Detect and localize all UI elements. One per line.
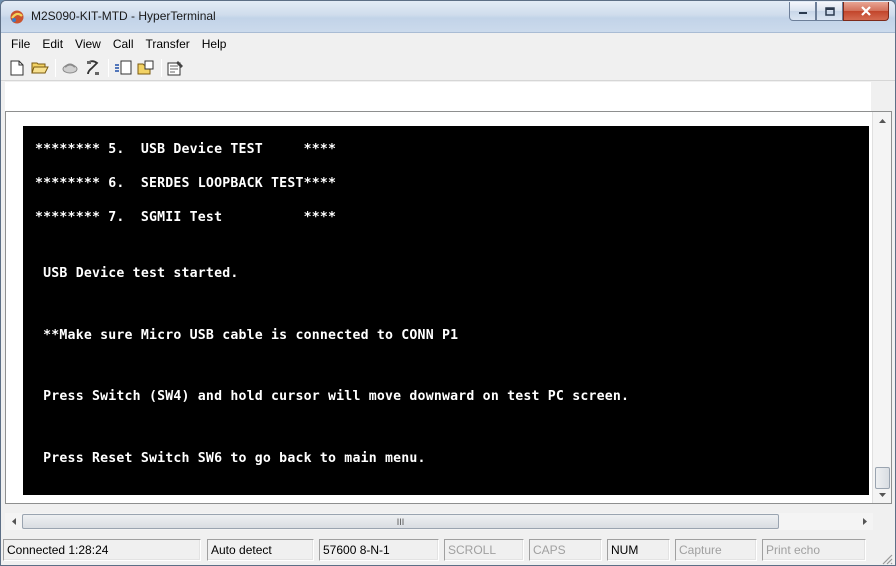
menu-file[interactable]: File (5, 34, 36, 54)
toolbar-separator (161, 58, 162, 77)
send-icon (115, 60, 132, 75)
close-button[interactable] (843, 2, 889, 21)
maximize-icon (824, 6, 835, 16)
terminal-line: ******** 5. USB Device TEST **** (35, 142, 337, 157)
status-connection: Connected 1:28:24 (3, 539, 201, 561)
toolbar (1, 55, 895, 81)
toolbar-separator (55, 58, 56, 77)
scroll-right-button[interactable] (856, 513, 873, 530)
scroll-thumb-grip: III (396, 516, 405, 527)
hyperterminal-window: M2S090-KIT-MTD - HyperTerminal File Edit… (0, 0, 896, 566)
horizontal-scroll-thumb[interactable]: III (22, 514, 779, 529)
close-icon (861, 6, 871, 16)
status-detect: Auto detect (207, 539, 314, 561)
arrow-right-icon (862, 518, 867, 525)
status-settings: 57600 8-N-1 (319, 539, 439, 561)
hyperterminal-icon (10, 10, 24, 24)
menu-bar: File Edit View Call Transfer Help (1, 34, 895, 54)
dial-icon (87, 59, 99, 75)
properties-icon (167, 60, 183, 75)
receive-button[interactable] (136, 58, 156, 78)
menu-view[interactable]: View (69, 34, 107, 54)
arrow-up-icon (879, 118, 886, 123)
status-capture: Capture (675, 539, 757, 561)
terminal-line: **Make sure Micro USB cable is connected… (35, 328, 459, 343)
terminal-screen[interactable]: ******** 5. USB Device TEST **** *******… (23, 126, 869, 495)
scroll-left-button[interactable] (5, 513, 22, 530)
terminal-top-margin (5, 82, 871, 111)
arrow-down-icon (879, 492, 886, 497)
menu-edit[interactable]: Edit (36, 34, 69, 54)
new-connection-icon (10, 60, 24, 75)
status-scroll: SCROLL (444, 539, 524, 561)
new-connection-button[interactable] (7, 58, 27, 78)
horizontal-scrollbar[interactable]: III (5, 513, 873, 530)
terminal-line: USB Device test started. (35, 266, 239, 281)
title-bar[interactable]: M2S090-KIT-MTD - HyperTerminal (1, 1, 895, 33)
dial-button[interactable] (83, 58, 103, 78)
toolbar-separator (108, 58, 109, 77)
receive-icon (137, 60, 154, 75)
scroll-up-button[interactable] (873, 112, 892, 129)
window-controls (789, 2, 889, 21)
menu-transfer[interactable]: Transfer (140, 34, 196, 54)
terminal-line: Press Reset Switch SW6 to go back to mai… (35, 451, 426, 466)
properties-button[interactable] (166, 58, 186, 78)
window-title: M2S090-KIT-MTD - HyperTerminal (31, 9, 216, 23)
scroll-down-button[interactable] (873, 486, 892, 503)
maximize-button[interactable] (816, 2, 843, 21)
status-print-echo: Print echo (762, 539, 866, 561)
terminal-line: ******** 7. SGMII Test **** (35, 210, 337, 225)
status-num: NUM (607, 539, 670, 561)
minimize-button[interactable] (789, 2, 816, 21)
menu-help[interactable]: Help (196, 34, 233, 54)
status-caps: CAPS (529, 539, 602, 561)
terminal-line: ******** 6. SERDES LOOPBACK TEST**** (35, 176, 337, 191)
disconnect-icon (62, 63, 78, 73)
terminal-line: Press Switch (SW4) and hold cursor will … (35, 389, 630, 404)
status-bar: Connected 1:28:24 Auto detect 57600 8-N-… (1, 535, 895, 565)
minimize-icon (798, 12, 807, 14)
arrow-left-icon (11, 518, 16, 525)
resize-grip-icon[interactable] (881, 553, 893, 565)
open-button[interactable] (30, 58, 50, 78)
vertical-scrollbar[interactable] (872, 112, 891, 503)
disconnect-button[interactable] (60, 58, 80, 78)
open-icon (31, 62, 49, 74)
send-button[interactable] (113, 58, 133, 78)
menu-call[interactable]: Call (107, 34, 140, 54)
